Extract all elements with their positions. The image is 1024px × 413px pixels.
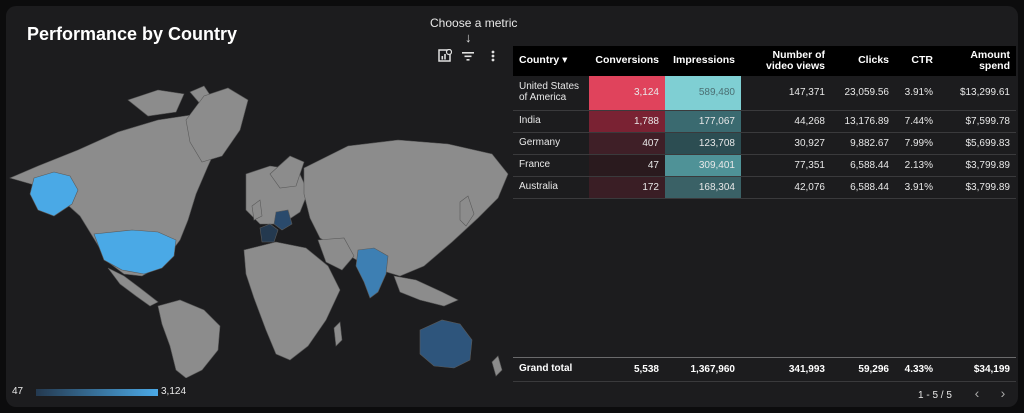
total-ctr: 4.33% [895, 357, 939, 382]
cell-amount-spend: $5,699.83 [939, 132, 1016, 155]
map-greenland [185, 87, 249, 163]
legend-max: 3,124 [161, 386, 187, 397]
total-label: Grand total [513, 357, 589, 382]
cell-conversions: 1,788 [589, 110, 665, 133]
cell-ctr: 2.13% [895, 154, 939, 177]
cell-impressions: 168,304 [665, 176, 741, 199]
cell-clicks: 9,882.67 [831, 132, 895, 155]
cell-amount-spend: $3,799.89 [939, 176, 1016, 199]
cell-video-views: 30,927 [741, 132, 831, 155]
cell-conversions: 47 [589, 154, 665, 177]
cell-ctr: 3.91% [895, 176, 939, 199]
cell-video-views: 77,351 [741, 154, 831, 177]
color-legend: 47 3,124 [12, 386, 212, 398]
performance-panel: Performance by Country Choose a metric ↓ [6, 6, 1018, 407]
pagination-range: 1 - 5 / 5 [918, 390, 952, 401]
map-new-zealand [491, 355, 503, 377]
world-map[interactable] [8, 70, 510, 378]
map-madagascar [333, 321, 343, 347]
total-conversions: 5,538 [589, 357, 665, 382]
cell-ctr: 3.91% [895, 76, 939, 111]
cell-clicks: 6,588.44 [831, 176, 895, 199]
cell-amount-spend: $3,799.89 [939, 154, 1016, 177]
total-clicks: 59,296 [831, 357, 895, 382]
table-row[interactable]: Germany 407 123,708 30,927 9,882.67 7.99… [513, 132, 1016, 155]
header-amount-spend[interactable]: Amount spend [939, 46, 1016, 76]
header-country[interactable]: Country ▾ [513, 46, 589, 76]
cell-video-views: 147,371 [741, 76, 831, 111]
cell-clicks: 13,176.89 [831, 110, 895, 133]
cell-video-views: 44,268 [741, 110, 831, 133]
more-vert-icon[interactable] [485, 48, 501, 64]
legend-min: 47 [12, 386, 24, 397]
chart-settings-icon[interactable] [437, 48, 453, 64]
map-usa [93, 229, 177, 275]
total-impressions: 1,367,960 [665, 357, 741, 382]
map-southeast-asia [393, 275, 459, 307]
cell-country: Australia [513, 176, 589, 199]
total-amount-spend: $34,199 [939, 357, 1016, 382]
cell-impressions: 123,708 [665, 132, 741, 155]
map-france [259, 223, 279, 243]
header-ctr[interactable]: CTR [895, 46, 939, 76]
legend-gradient [36, 389, 158, 396]
cell-amount-spend: $13,299.61 [939, 76, 1016, 111]
table-row[interactable]: United States of America 3,124 589,480 1… [513, 76, 1016, 111]
cell-amount-spend: $7,599.78 [939, 110, 1016, 133]
table-header-row: Country ▾ Conversions Impressions Number… [513, 46, 1016, 76]
cell-ctr: 7.99% [895, 132, 939, 155]
performance-table: Country ▾ Conversions Impressions Number… [513, 46, 1016, 382]
chevron-left-icon[interactable]: ‹ [968, 384, 986, 402]
cell-conversions: 3,124 [589, 76, 665, 111]
header-clicks[interactable]: Clicks [831, 46, 895, 76]
chevron-right-icon[interactable]: › [994, 384, 1012, 402]
map-india [355, 247, 389, 299]
map-south-america [157, 299, 221, 378]
metric-hint: Choose a metric [430, 16, 518, 30]
table-row[interactable]: Australia 172 168,304 42,076 6,588.44 3.… [513, 176, 1016, 199]
filter-icon[interactable] [460, 48, 476, 64]
cell-clicks: 23,059.56 [831, 76, 895, 111]
table-empty-space [513, 198, 1016, 358]
arrow-down-icon: ↓ [465, 30, 472, 45]
header-impressions[interactable]: Impressions [665, 46, 741, 76]
cell-impressions: 589,480 [665, 76, 741, 111]
table-row[interactable]: France 47 309,401 77,351 6,588.44 2.13% … [513, 154, 1016, 177]
header-conversions[interactable]: Conversions [589, 46, 665, 76]
cell-clicks: 6,588.44 [831, 154, 895, 177]
cell-country: France [513, 154, 589, 177]
cell-ctr: 7.44% [895, 110, 939, 133]
header-video-views[interactable]: Number of video views [741, 46, 831, 76]
table-row[interactable]: India 1,788 177,067 44,268 13,176.89 7.4… [513, 110, 1016, 133]
grand-total-row: Grand total 5,538 1,367,960 341,993 59,2… [513, 357, 1016, 382]
cell-conversions: 407 [589, 132, 665, 155]
cell-impressions: 177,067 [665, 110, 741, 133]
cell-country: United States of America [513, 76, 589, 111]
total-video-views: 341,993 [741, 357, 831, 382]
panel-title: Performance by Country [27, 24, 238, 44]
map-australia [419, 319, 473, 369]
cell-conversions: 172 [589, 176, 665, 199]
cell-country: Germany [513, 132, 589, 155]
cell-video-views: 42,076 [741, 176, 831, 199]
sort-icon[interactable]: ▾ [562, 54, 567, 66]
cell-impressions: 309,401 [665, 154, 741, 177]
map-alaska [29, 171, 79, 217]
cell-country: India [513, 110, 589, 133]
